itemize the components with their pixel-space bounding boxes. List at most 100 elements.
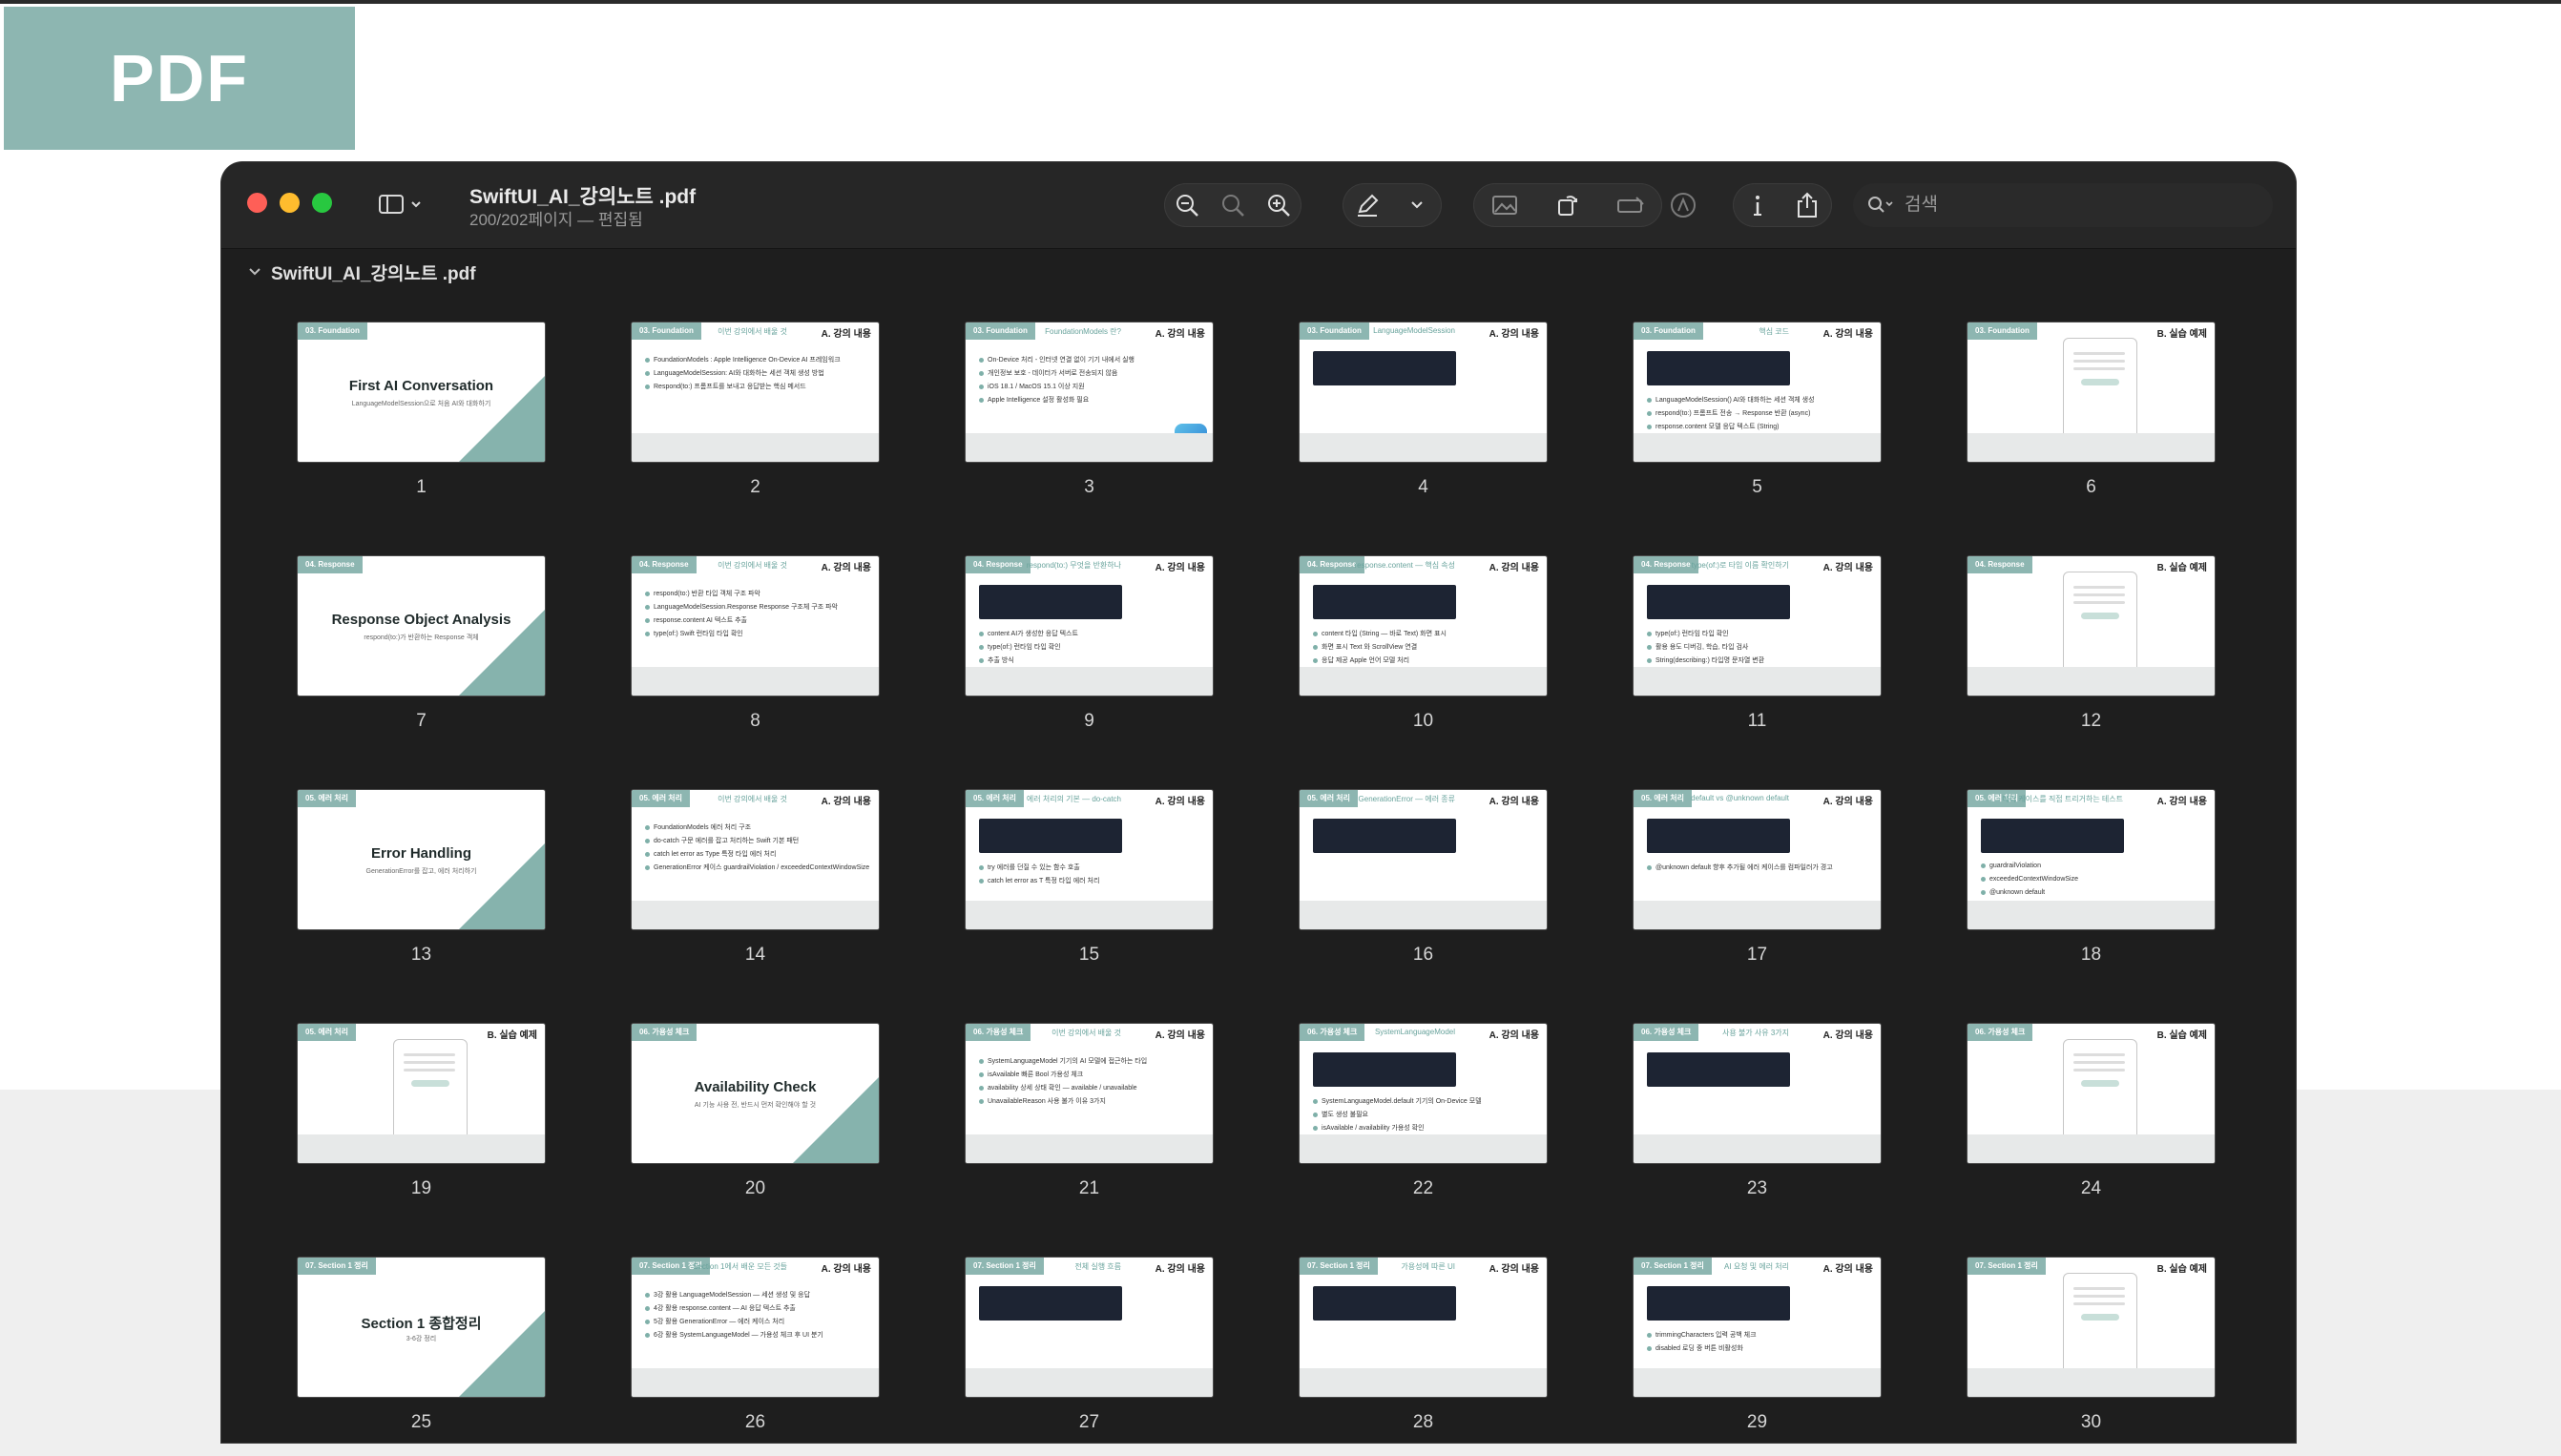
document-name: SwiftUI_AI_강의노트 .pdf <box>271 263 476 284</box>
page-thumbnail[interactable]: 05. 에러 처리 이번 강의에서 배울 것 A. 강의 내용 FoundationM… <box>632 790 879 929</box>
chevron-down-icon <box>1411 201 1423 209</box>
page-thumbnail[interactable]: 04. Response B. 실습 예제 <box>1968 556 2215 696</box>
slide-bullet: 4강 활용 response.content — AI 응답 텍스트 추출 <box>645 1303 796 1313</box>
page-thumbnail[interactable]: 06. 가용성 체크 Availability Check AI 기능 사용 전, … <box>632 1024 879 1163</box>
code-block <box>1313 1052 1456 1087</box>
search-field[interactable] <box>1853 183 2273 227</box>
slide-bullet: availability 상세 상태 확인 — available / unav… <box>979 1083 1137 1092</box>
image-edit-icon <box>1492 196 1517 215</box>
page-thumbnail[interactable]: 04. Response 이번 강의에서 배울 것 A. 강의 내용 respond(… <box>632 556 879 696</box>
close-window-button[interactable] <box>247 193 267 213</box>
page-thumbnail[interactable]: 05. 에러 처리 에러 케이스를 직접 트리거하는 테스트 A. 강의 내용 gua… <box>1968 790 2215 929</box>
page-thumbnail[interactable]: 03. Foundation FoundationModels 란? A. 강의 내… <box>966 322 1213 462</box>
page-thumbnail[interactable]: 03. Foundation LanguageModelSession A. 강의 … <box>1300 322 1547 462</box>
slide-section-tag: 06. 가용성 체크 <box>1300 1024 1365 1041</box>
page-thumbnail[interactable]: 07. Section 1 정리 Section 1에서 배운 모든 것들 A. 강… <box>632 1258 879 1397</box>
slide-badge: A. 강의 내용 <box>1822 563 1873 573</box>
slide-section-tag: 03. Foundation <box>1634 322 1703 340</box>
page-thumbnail[interactable]: 05. 에러 처리 B. 실습 예제 <box>298 1024 545 1163</box>
page-thumbnail[interactable]: 04. Response response.content — 핵심 속성 A. 강… <box>1300 556 1547 696</box>
page-thumbnail[interactable]: 03. Foundation First AI Conversation Langu… <box>298 322 545 462</box>
page-thumbnail[interactable]: 05. 에러 처리 GenerationError — 에러 종류 A. 강의 내용 <box>1300 790 1547 929</box>
rotate-button[interactable] <box>1547 186 1589 224</box>
code-block <box>979 819 1122 853</box>
slide-bullet: do-catch 구문 에러를 잡고 처리하는 Swift 기본 패턴 <box>645 836 799 845</box>
markup-menu-button[interactable] <box>1396 186 1438 224</box>
page-number: 19 <box>410 1178 432 1198</box>
page-thumbnail[interactable]: 03. Foundation B. 실습 예제 <box>1968 322 2215 462</box>
form-icon <box>1617 197 1644 213</box>
phone-line <box>404 1061 455 1064</box>
page-number: 13 <box>410 945 432 965</box>
markup-pen-icon <box>1358 194 1379 217</box>
slide-heading: LanguageModelSession <box>1373 326 1455 335</box>
page-thumbnail[interactable]: 05. 에러 처리 Error Handling GenerationError를 … <box>298 790 545 929</box>
image-edit-button[interactable] <box>1484 186 1526 224</box>
slide-badge: A. 강의 내용 <box>1155 1030 1205 1041</box>
document-header[interactable]: SwiftUI_AI_강의노트 .pdf <box>248 258 476 286</box>
zoom-window-button[interactable] <box>312 193 332 213</box>
slide-section-tag: 07. Section 1 정리 <box>1300 1258 1378 1275</box>
zoom-in-button[interactable] <box>1258 186 1300 224</box>
page-thumbnail[interactable]: 03. Foundation 이번 강의에서 배울 것 A. 강의 내용 Founda… <box>632 322 879 462</box>
phone-line <box>2073 1053 2125 1056</box>
form-button[interactable] <box>1610 186 1652 224</box>
slide-badge: A. 강의 내용 <box>1155 563 1205 573</box>
slide-bullet: Respond(to:) 프롬프트를 보내고 응답받는 핵심 메서드 <box>645 382 806 391</box>
slide-footer <box>1300 667 1547 696</box>
page-thumbnail[interactable]: 05. 에러 처리 에러 처리의 기본 — do-catch A. 강의 내용 try… <box>966 790 1213 929</box>
zoom-out-button[interactable] <box>1166 186 1208 224</box>
page-thumbnail[interactable]: 05. 에러 처리 default vs @unknown default A. 강… <box>1634 790 1881 929</box>
slide-section-tag: 03. Foundation <box>298 322 367 340</box>
slide-footer <box>298 1134 545 1163</box>
minimize-window-button[interactable] <box>280 193 300 213</box>
page-thumbnail[interactable]: 06. 가용성 체크 사용 불가 사유 3가지 A. 강의 내용 <box>1634 1024 1881 1163</box>
slide-badge: A. 강의 내용 <box>821 797 871 807</box>
page-thumbnail[interactable]: 07. Section 1 정리 가용성에 따른 UI A. 강의 내용 <box>1300 1258 1547 1397</box>
page-thumbnail[interactable]: 06. 가용성 체크 SystemLanguageModel A. 강의 내용 Sys… <box>1300 1024 1547 1163</box>
slide-badge: A. 강의 내용 <box>1155 329 1205 340</box>
slide-footer <box>966 1368 1213 1397</box>
page-thumbnail[interactable]: 07. Section 1 정리 B. 실습 예제 <box>1968 1258 2215 1397</box>
slide-heading: 이번 강의에서 배울 것 <box>718 561 787 570</box>
sidebar-toggle-button[interactable] <box>378 189 431 219</box>
share-button[interactable] <box>1786 186 1828 224</box>
slide-footer <box>632 1368 879 1397</box>
slide-section-tag: 05. 에러 처리 <box>298 1024 357 1041</box>
page-thumbnail[interactable]: 07. Section 1 정리 AI 요청 및 에러 처리 A. 강의 내용 tri… <box>1634 1258 1881 1397</box>
info-button[interactable] <box>1737 186 1779 224</box>
slide-subtitle: respond(to:)가 반환하는 Response 객체 <box>364 634 479 641</box>
slide-footer <box>966 433 1213 462</box>
slide-bullet: iOS 18.1 / MacOS 15.1 이상 지원 <box>979 382 1085 391</box>
slide-section-tag: 06. 가용성 체크 <box>966 1024 1031 1041</box>
slide-badge: A. 강의 내용 <box>1489 563 1539 573</box>
actual-size-icon <box>1222 195 1244 217</box>
page-thumbnail[interactable]: 07. Section 1 정리 전체 실행 흐름 A. 강의 내용 <box>966 1258 1213 1397</box>
slide-bullet: 6강 활용 SystemLanguageModel — 가용성 체크 후 UI … <box>645 1330 823 1340</box>
page-thumbnail[interactable]: 07. Section 1 정리 Section 1 종합정리 3-6강 정리 <box>298 1258 545 1397</box>
page-thumbnail[interactable]: 04. Response type(of:)로 타입 이름 확인하기 A. 강의 내… <box>1634 556 1881 696</box>
sidebar-icon <box>379 195 404 214</box>
page-thumbnail[interactable]: 06. 가용성 체크 B. 실습 예제 <box>1968 1024 2215 1163</box>
markup-button[interactable] <box>1346 186 1388 224</box>
page-thumbnail[interactable]: 06. 가용성 체크 이번 강의에서 배울 것 A. 강의 내용 SystemLang… <box>966 1024 1213 1163</box>
slide-badge: B. 실습 예제 <box>2156 329 2207 340</box>
page-thumbnail[interactable]: 04. Response respond(to:) 무엇을 반환하나 A. 강의 내… <box>966 556 1213 696</box>
phone-line <box>404 1053 455 1056</box>
actual-size-button[interactable] <box>1212 186 1254 224</box>
chevron-down-icon <box>411 201 421 208</box>
code-block <box>979 1286 1122 1321</box>
slide-bullet: LanguageModelSession.Response Response 구… <box>645 602 838 612</box>
page-thumbnail[interactable]: 03. Foundation 핵심 코드 A. 강의 내용 LanguageModel… <box>1634 322 1881 462</box>
slide-heading: 에러 케이스를 직접 트리거하는 테스트 <box>2002 795 2123 803</box>
code-block <box>1313 1286 1456 1321</box>
slide-bullet: respond(to:) 반환 타입 객체 구조 파악 <box>645 589 760 598</box>
slide-bullet: try 에러를 던질 수 있는 함수 호출 <box>979 863 1080 872</box>
window-subtitle: 200/202페이지 — 편집됨 <box>469 211 643 229</box>
search-input[interactable] <box>1903 194 2250 217</box>
phone-button <box>2081 1080 2119 1087</box>
slide-bullet: type(of:) 런타임 타입 확인 <box>1647 629 1729 638</box>
rotate-icon <box>1558 196 1577 216</box>
page-thumbnail[interactable]: 04. Response Response Object Analysis resp… <box>298 556 545 696</box>
annotate-button[interactable] <box>1662 186 1704 224</box>
